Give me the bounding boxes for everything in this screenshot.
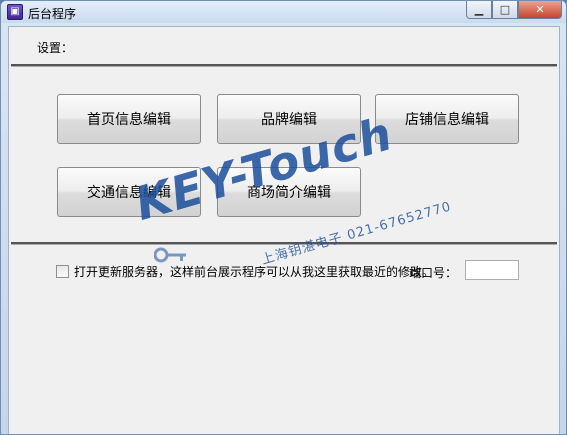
app-window: ▣ 后台程序 ▁ □ ✕ 设置： 首页信息编辑 品牌编辑 店铺信息编辑 交通信息…	[0, 0, 567, 435]
separator-bottom	[11, 242, 557, 245]
close-button[interactable]: ✕	[518, 1, 562, 19]
settings-label: 设置：	[37, 41, 74, 55]
edit-brand-button[interactable]: 品牌编辑	[217, 94, 361, 144]
caption-buttons: ▁ □ ✕	[466, 1, 562, 19]
window-title: 后台程序	[28, 7, 77, 21]
title-bar[interactable]: ▣ 后台程序 ▁ □ ✕	[1, 1, 566, 23]
port-input[interactable]	[465, 260, 519, 280]
edit-mall-intro-button[interactable]: 商场简介编辑	[217, 167, 361, 217]
separator-top	[11, 64, 557, 67]
edit-homepage-info-button[interactable]: 首页信息编辑	[57, 94, 201, 144]
port-label: 端口号：	[409, 266, 458, 280]
update-server-label: 打开更新服务器，这样前台展示程序可以从我这里获取最近的修改。	[74, 265, 435, 279]
key-icon	[154, 247, 186, 263]
edit-traffic-info-button[interactable]: 交通信息编辑	[57, 167, 201, 217]
minimize-button[interactable]: ▁	[466, 1, 492, 19]
app-icon: ▣	[7, 4, 23, 20]
client-area: 设置： 首页信息编辑 品牌编辑 店铺信息编辑 交通信息编辑 商场简介编辑 打开更…	[8, 26, 560, 434]
update-server-checkbox[interactable]	[56, 265, 69, 278]
maximize-button[interactable]: □	[492, 1, 518, 19]
edit-shop-info-button[interactable]: 店铺信息编辑	[375, 94, 519, 144]
update-server-option[interactable]: 打开更新服务器，这样前台展示程序可以从我这里获取最近的修改。	[56, 263, 434, 280]
